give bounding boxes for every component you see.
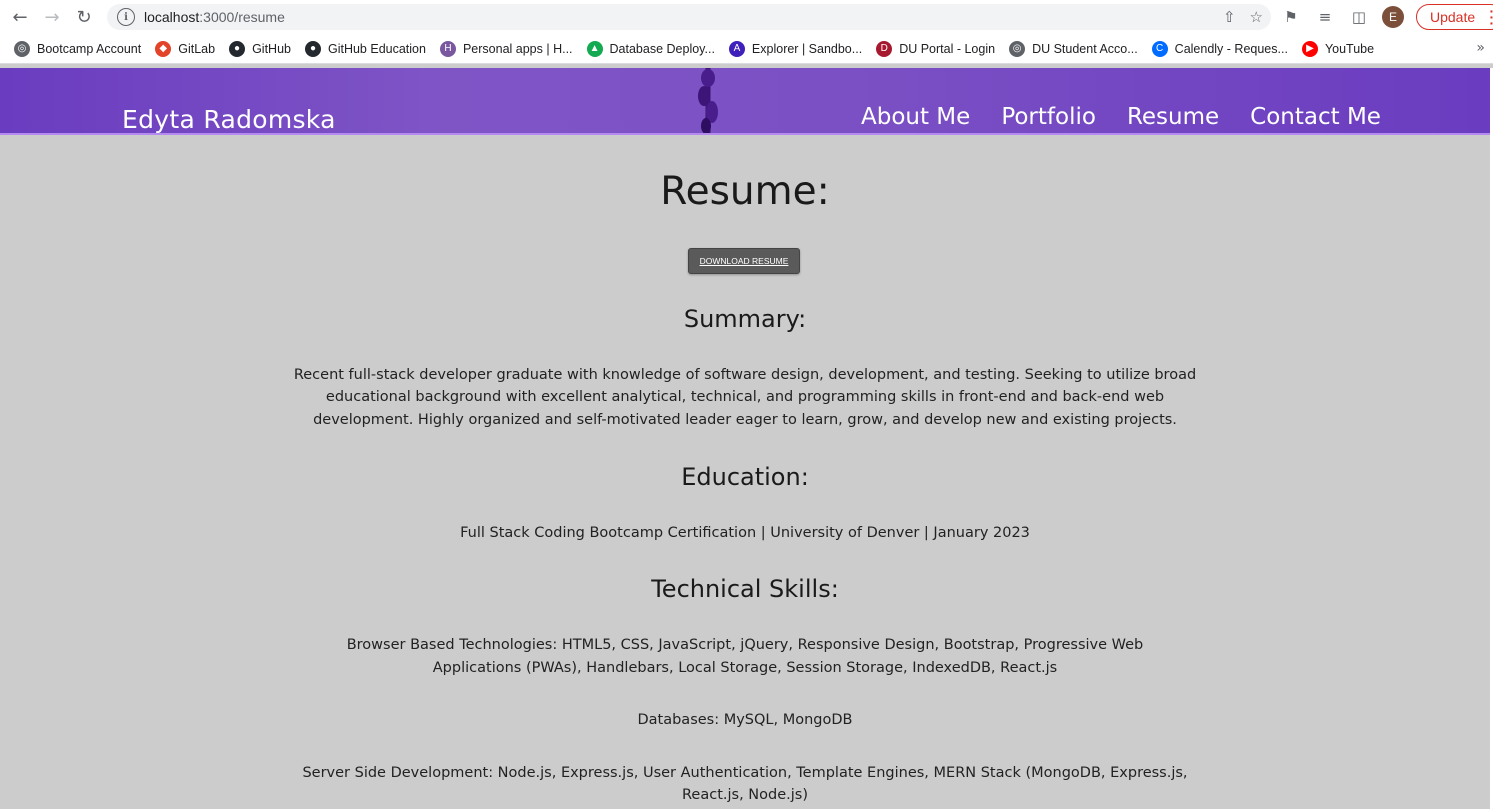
side-panel-icon[interactable]: ◫ <box>1348 6 1370 28</box>
bookmark-label: Explorer | Sandbo... <box>751 41 863 56</box>
bookmark-label: Calendly - Reques... <box>1174 41 1288 56</box>
url-path: :3000/resume <box>199 9 285 25</box>
technical-skills-heading: Technical Skills: <box>651 575 839 603</box>
bookmarks-bar: ◎ Bootcamp Account ◆ GitLab ● GitHub ● GitHub E… <box>0 34 1493 64</box>
bookmark-item[interactable]: ▶ YouTube <box>1301 40 1375 57</box>
nav-portfolio[interactable]: Portfolio <box>1001 104 1096 130</box>
bookmark-label: GitHub Education <box>327 41 426 56</box>
bookmark-item[interactable]: D DU Portal - Login <box>876 40 996 57</box>
main-nav: About Me Portfolio Resume Contact Me <box>861 104 1381 130</box>
nav-resume[interactable]: Resume <box>1127 104 1219 130</box>
bookmark-item[interactable]: H Personal apps | H... <box>439 40 573 57</box>
github-icon: ● <box>304 40 321 57</box>
page-title: Resume: <box>660 169 830 214</box>
bookmark-label: Database Deploy... <box>609 41 715 56</box>
forward-arrow-icon[interactable]: → <box>36 0 68 34</box>
address-bar[interactable]: i localhost:3000/resume ⇧ ☆ <box>107 4 1271 30</box>
url-text[interactable]: localhost:3000/resume <box>144 9 285 25</box>
summary-heading: Summary: <box>683 305 807 333</box>
bookmark-label: DU Portal - Login <box>899 41 996 56</box>
bookmark-item[interactable]: ▲ Database Deploy... <box>586 40 715 57</box>
flower-decoration-icon <box>698 68 718 133</box>
site-brand[interactable]: Edyta Radomska <box>122 105 336 134</box>
site-info-icon[interactable]: i <box>117 8 135 26</box>
bookmark-label: GitHub <box>252 41 291 56</box>
bookmark-item[interactable]: ◎ DU Student Acco... <box>1009 40 1138 57</box>
bookmark-item[interactable]: ● GitHub <box>229 40 291 57</box>
extensions-puzzle-icon[interactable]: ⚑ <box>1280 6 1302 28</box>
globe-icon: ◎ <box>1009 40 1026 57</box>
nav-about-me[interactable]: About Me <box>861 104 970 130</box>
share-icon[interactable]: ⇧ <box>1223 8 1236 26</box>
bookmark-item[interactable]: ◆ GitLab <box>155 40 216 57</box>
update-label: Update <box>1430 9 1476 25</box>
url-host: localhost <box>144 9 200 25</box>
update-button[interactable]: Update ··· <box>1416 4 1493 30</box>
education-heading: Education: <box>681 463 809 491</box>
back-arrow-icon[interactable]: ← <box>4 0 36 34</box>
summary-line: development. Highly organized and self-m… <box>313 412 1177 428</box>
bookmarks-overflow-icon[interactable]: » <box>1476 40 1485 56</box>
bookmark-item[interactable]: ◎ Bootcamp Account <box>14 40 142 57</box>
bookmark-item[interactable]: A Explorer | Sandbo... <box>728 40 863 57</box>
bookmark-label: Bootcamp Account <box>37 41 142 56</box>
browser-toolbar: ← → ↻ i localhost:3000/resume ⇧ ☆ ⚑ ≡ ◫ … <box>0 0 1493 34</box>
bookmark-label: GitLab <box>178 41 216 56</box>
globe-icon: ◎ <box>14 40 30 57</box>
skills-server-line: React.js, Node.js) <box>682 787 808 803</box>
nav-contact-me[interactable]: Contact Me <box>1250 104 1381 130</box>
heroku-icon: H <box>439 40 456 57</box>
bookmark-label: YouTube <box>1324 41 1375 56</box>
reload-icon[interactable]: ↻ <box>68 0 100 34</box>
calendly-icon: C <box>1151 40 1168 57</box>
skills-server-line: Server Side Development: Node.js, Expres… <box>302 765 1188 781</box>
gitlab-icon: ◆ <box>155 40 172 57</box>
profile-avatar[interactable]: E <box>1382 6 1404 28</box>
summary-line: educational background with excellent an… <box>325 389 1165 405</box>
education-text: Full Stack Coding Bootcamp Certification… <box>460 525 1030 541</box>
mongodb-icon: ▲ <box>586 40 603 57</box>
skills-browser-line: Applications (PWAs), Handlebars, Local S… <box>432 660 1058 676</box>
du-icon: D <box>876 40 893 57</box>
reading-list-icon[interactable]: ≡ <box>1314 6 1336 28</box>
site-header: Edyta Radomska About Me Portfolio Resume… <box>0 68 1490 135</box>
bookmark-item[interactable]: ● GitHub Education <box>304 40 426 57</box>
menu-kebab-icon[interactable]: ··· <box>1489 4 1493 30</box>
youtube-icon: ▶ <box>1301 40 1318 57</box>
bookmark-label: DU Student Acco... <box>1032 41 1138 56</box>
bookmark-label: Personal apps | H... <box>462 41 573 56</box>
skills-databases: Databases: MySQL, MongoDB <box>637 712 853 728</box>
summary-line: Recent full-stack developer graduate wit… <box>293 367 1197 383</box>
bookmark-item[interactable]: C Calendly - Reques... <box>1151 40 1288 57</box>
bookmark-star-icon[interactable]: ☆ <box>1250 8 1263 26</box>
skills-browser-line: Browser Based Technologies: HTML5, CSS, … <box>346 637 1144 653</box>
download-resume-button[interactable]: DOWNLOAD RESUME <box>688 248 800 274</box>
github-icon: ● <box>229 40 246 57</box>
apollo-icon: A <box>728 40 745 57</box>
